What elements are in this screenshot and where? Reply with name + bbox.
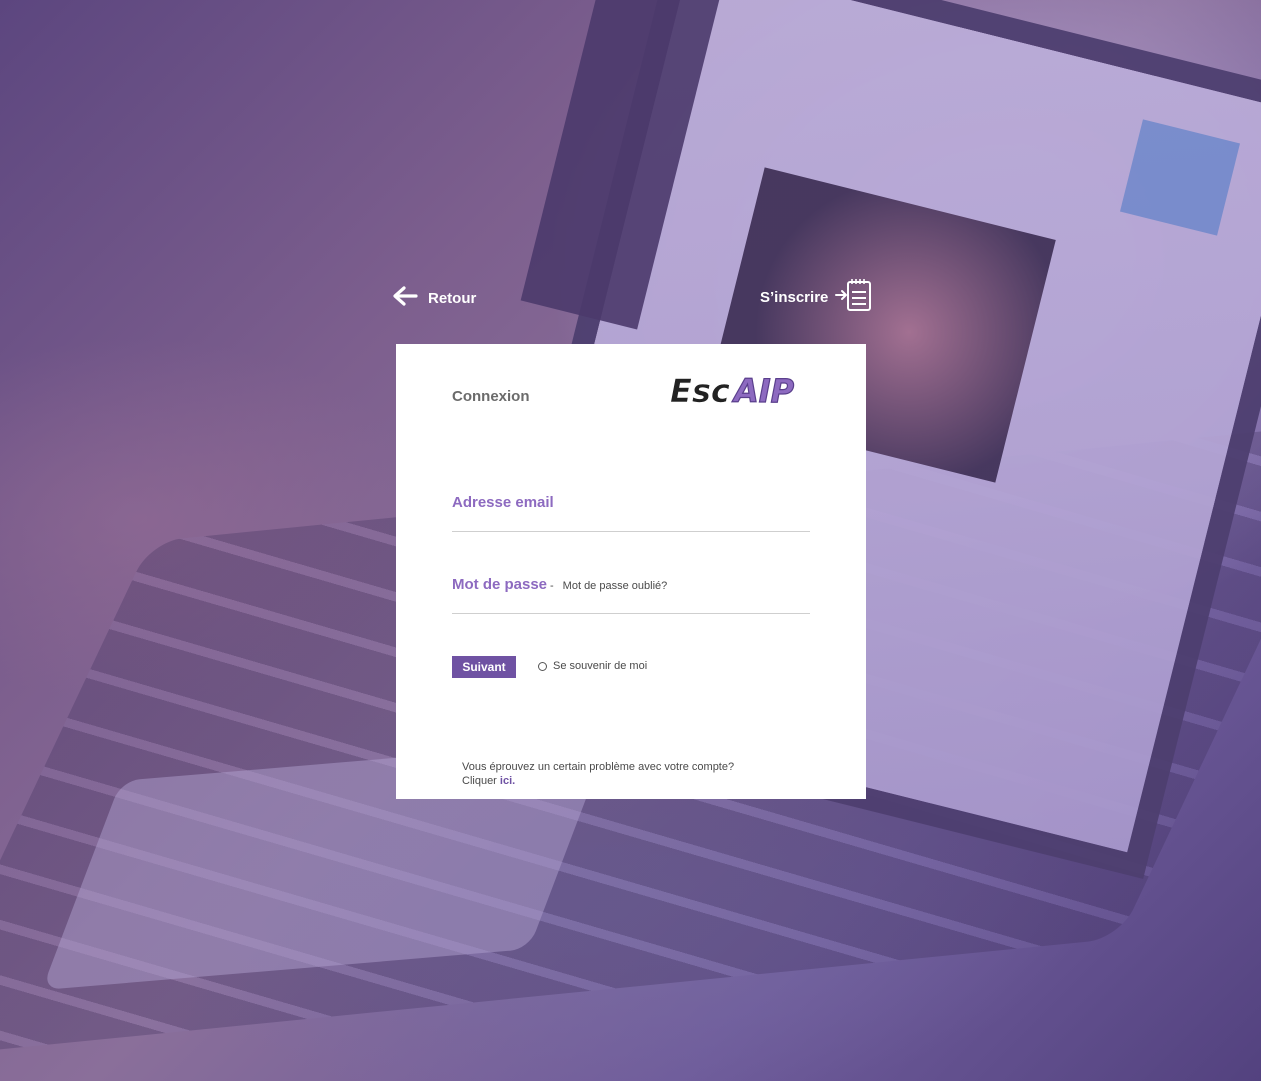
email-label: Adresse email bbox=[452, 494, 554, 511]
forgot-password-wrap: - Mot de passe oublié? bbox=[550, 580, 667, 592]
escaip-logo: Esc AIP bbox=[668, 371, 810, 410]
password-input[interactable] bbox=[452, 595, 810, 611]
email-input[interactable] bbox=[452, 513, 810, 529]
remember-me[interactable]: Se souvenir de moi bbox=[538, 660, 647, 672]
remember-me-label: Se souvenir de moi bbox=[553, 660, 648, 672]
login-card: Connexion Esc AIP Adresse email Mot de p… bbox=[396, 344, 866, 799]
forgot-separator: - bbox=[550, 580, 554, 592]
help-link[interactable]: ici bbox=[500, 775, 512, 787]
login-title: Connexion bbox=[452, 388, 530, 405]
help-suffix: . bbox=[512, 775, 516, 787]
forgot-password-link[interactable]: Mot de passe oublié? bbox=[563, 580, 668, 592]
svg-text:Esc: Esc bbox=[670, 372, 730, 408]
signup-form-icon bbox=[834, 278, 874, 316]
password-label: Mot de passe bbox=[452, 576, 548, 593]
email-field: Adresse email bbox=[452, 490, 810, 532]
remember-me-radio[interactable] bbox=[538, 661, 547, 671]
signup-link[interactable]: S’inscrire bbox=[760, 278, 874, 316]
svg-text:AIP: AIP bbox=[731, 372, 795, 408]
submit-button[interactable]: Suivant bbox=[452, 656, 516, 678]
help-line-2: Cliquer ici. bbox=[462, 774, 734, 788]
back-label: Retour bbox=[428, 289, 477, 307]
back-link[interactable]: Retour bbox=[392, 284, 476, 312]
help-line-1: Vous éprouvez un certain problème avec v… bbox=[462, 761, 735, 773]
help-prefix: Cliquer bbox=[462, 775, 500, 787]
help-text: Vous éprouvez un certain problème avec v… bbox=[462, 760, 734, 788]
signup-label: S’inscrire bbox=[760, 288, 829, 306]
arrow-left-icon bbox=[392, 286, 418, 310]
password-field: Mot de passe - Mot de passe oublié? bbox=[452, 572, 810, 614]
